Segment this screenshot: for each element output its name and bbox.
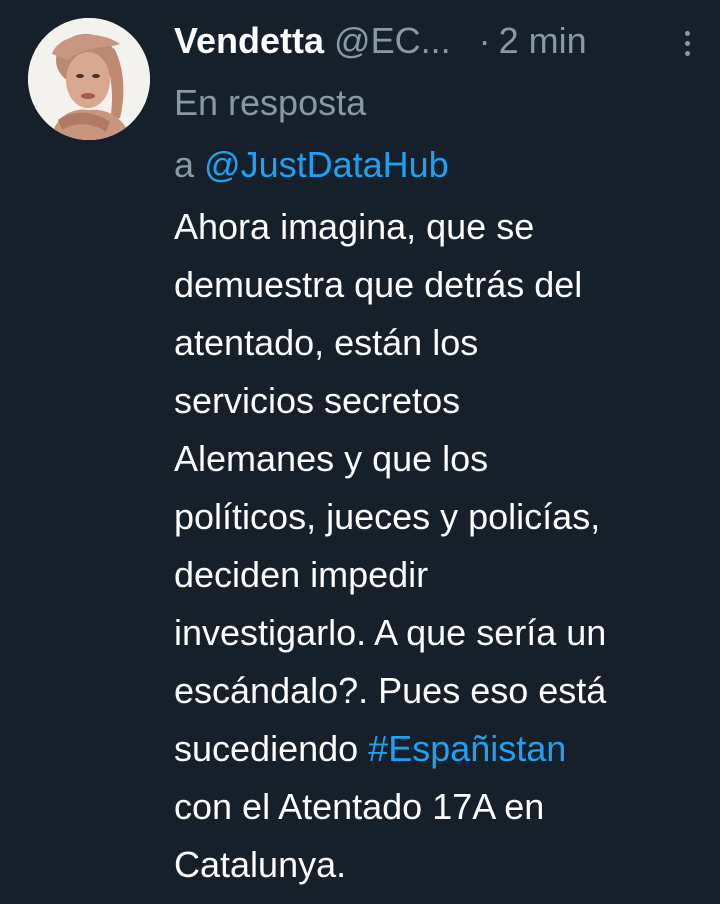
- tweet-text-line: demuestra que detrás del: [174, 264, 583, 305]
- separator-dot: ·: [478, 20, 491, 61]
- tweet-text: Ahora imagina, que se demuestra que detr…: [174, 198, 704, 894]
- avatar[interactable]: [28, 18, 150, 140]
- timestamp[interactable]: 2 min: [499, 10, 587, 72]
- reply-context: En resposta a @JustDataHub: [174, 72, 704, 196]
- tweet-text-line-hashtag: sucediendo #Españistan: [174, 720, 704, 778]
- vertical-ellipsis-icon[interactable]: [672, 28, 702, 58]
- tweet-text-line: Alemanes y que los: [174, 438, 489, 479]
- dot-1: [684, 30, 690, 36]
- tweet-text-line: Ahora imagina, que se: [174, 206, 535, 247]
- dot-3: [684, 50, 690, 56]
- author-handle[interactable]: @EC...: [334, 10, 451, 72]
- tweet-text-line: servicios secretos: [174, 380, 461, 421]
- author-name[interactable]: Vendetta: [174, 10, 324, 72]
- hashtag-link[interactable]: #Españistan: [368, 728, 566, 769]
- reply-prefix-line2-wrapper: a @JustDataHub: [174, 134, 704, 196]
- tweet[interactable]: Vendetta @EC... · 2 min En resposta a @J…: [0, 0, 720, 904]
- dot-2: [684, 40, 690, 46]
- reply-to-mention[interactable]: @JustDataHub: [204, 144, 449, 185]
- tweet-text-line: deciden impedir: [174, 554, 429, 595]
- line10-prefix: sucediendo: [174, 728, 359, 769]
- reply-prefix-line1: En resposta: [174, 82, 367, 123]
- tweet-text-line: escándalo?. Pues eso está: [174, 670, 607, 711]
- tweet-text-line: con el Atentado 17A en: [174, 786, 545, 827]
- tweet-header: Vendetta @EC... · 2 min: [174, 10, 704, 72]
- tweet-text-line: investigarlo. A que sería un: [174, 612, 607, 653]
- profile-photo: [28, 18, 150, 140]
- tweet-content: Vendetta @EC... · 2 min En resposta a @J…: [174, 10, 704, 894]
- reply-prefix-line2: a: [174, 144, 195, 185]
- tweet-text-line: políticos, jueces y policías,: [174, 496, 601, 537]
- tweet-text-line: atentado, están los: [174, 322, 479, 363]
- tweet-text-line: Catalunya.: [174, 844, 347, 885]
